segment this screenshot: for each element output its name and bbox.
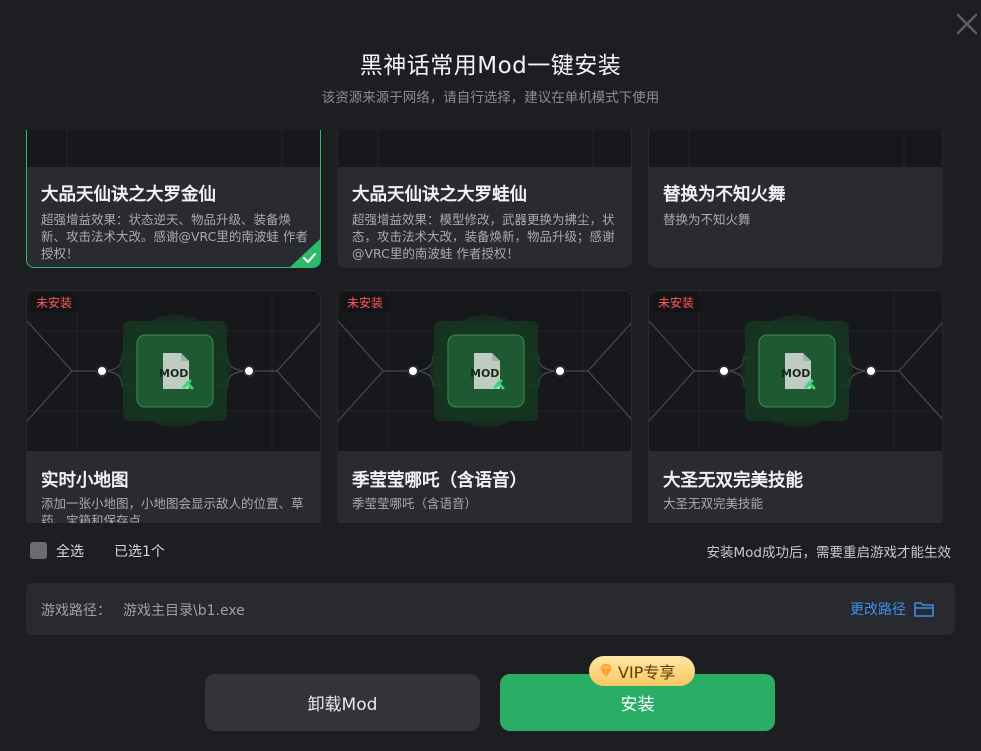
- svg-text:MOD: MOD: [470, 367, 499, 380]
- mod-title: 大圣无双完美技能: [663, 471, 803, 491]
- mod-card[interactable]: 大品天仙诀之大罗蛙仙 超强增益效果：模型修改，武器更换为拂尘，状态，攻击法术大改…: [337, 130, 632, 268]
- close-icon: [956, 13, 978, 35]
- vip-badge: VIP专享: [589, 656, 695, 686]
- mod-description: 添加一张小地图，小地图会显示敌人的位置、草药、宝箱和保存点: [41, 496, 304, 523]
- change-path-button[interactable]: 更改路径: [850, 598, 935, 620]
- mod-list[interactable]: 大品天仙诀之大罗金仙 超强增益效果：状态逆天、物品升级、装备焕新、攻击法术大改。…: [26, 130, 944, 523]
- game-path-value: 游戏主目录\b1.exe: [123, 603, 245, 619]
- svg-text:MOD: MOD: [781, 367, 810, 380]
- select-all-checkbox[interactable]: [30, 542, 47, 559]
- mod-card[interactable]: 大品天仙诀之大罗金仙 超强增益效果：状态逆天、物品升级、装备焕新、攻击法术大改。…: [26, 130, 321, 268]
- vip-badge-label: VIP专享: [618, 663, 676, 682]
- mod-thumbnail: MOD: [649, 291, 942, 451]
- game-path-label: 游戏路径：: [41, 603, 111, 619]
- mod-title: 大品天仙诀之大罗金仙: [41, 185, 216, 205]
- mod-thumbnail: [27, 130, 320, 167]
- mod-thumbnail: [338, 130, 631, 167]
- selected-count: 已选1个: [114, 544, 165, 560]
- mod-card[interactable]: 替换为不知火舞 替换为不知火舞: [648, 130, 943, 268]
- mod-description: 超强增益效果：模型修改，武器更换为拂尘，状态，攻击法术大改，装备焕新，物品升级；…: [352, 212, 615, 261]
- game-path-bar: 游戏路径： 游戏主目录\b1.exe 更改路径: [26, 583, 955, 635]
- mod-title: 实时小地图: [41, 471, 129, 491]
- selection-bar: 全选 已选1个 安装Mod成功后，需要重启游戏才能生效: [30, 541, 951, 561]
- mod-card[interactable]: MOD 未安装 大圣无双完美技能 大圣无双完美技能: [648, 290, 943, 523]
- mod-description: 大圣无双完美技能: [663, 496, 764, 511]
- folder-icon[interactable]: [913, 599, 935, 619]
- dialog-title: 黑神话常用Mod一键安装: [359, 53, 622, 79]
- diamond-icon: [600, 663, 612, 678]
- close-button[interactable]: [955, 12, 981, 38]
- mod-title: 替换为不知火舞: [663, 185, 786, 205]
- change-path-label[interactable]: 更改路径: [850, 599, 906, 619]
- mod-card[interactable]: MOD 未安装 实时小地图 添加一张小地图，小地图会显示敌人的位置、草药、宝箱和…: [26, 290, 321, 523]
- mod-description: 替换为不知火舞: [663, 212, 751, 227]
- mod-title: 大品天仙诀之大罗蛙仙: [352, 185, 527, 205]
- mod-thumbnail: MOD: [338, 291, 631, 451]
- status-badge: 未安装: [30, 294, 79, 312]
- restart-note: 安装Mod成功后，需要重启游戏才能生效: [706, 545, 951, 561]
- check-icon: [290, 239, 320, 267]
- mod-card[interactable]: MOD 未安装 季莹莹哪吒（含语音） 季莹莹哪吒（含语音）: [337, 290, 632, 523]
- dialog-subtitle: 该资源来源于网络，请自行选择，建议在单机模式下使用: [321, 90, 660, 106]
- svg-text:MOD: MOD: [159, 367, 188, 380]
- mod-title: 季莹莹哪吒（含语音）: [352, 471, 527, 491]
- status-badge: 未安装: [652, 294, 701, 312]
- mod-description: 超强增益效果：状态逆天、物品升级、装备焕新、攻击法术大改。感谢@VRC里的南波蛙…: [41, 212, 308, 261]
- mod-thumbnail: MOD: [27, 291, 320, 451]
- status-badge: 未安装: [341, 294, 390, 312]
- mod-description: 季莹莹哪吒（含语音）: [352, 496, 478, 511]
- select-all-label[interactable]: 全选: [56, 541, 84, 561]
- uninstall-mod-button[interactable]: 卸载Mod: [205, 674, 480, 731]
- mod-thumbnail: [649, 130, 942, 167]
